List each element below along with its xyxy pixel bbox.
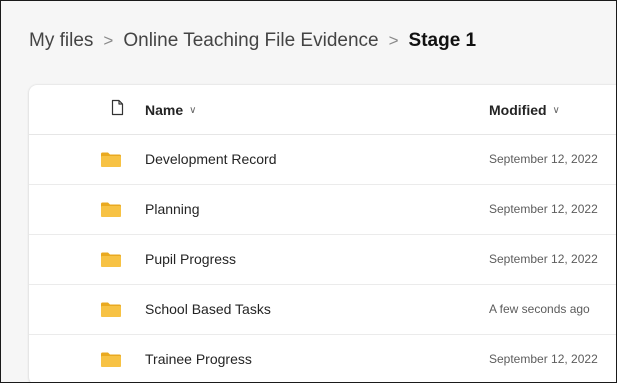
file-type-icon[interactable]: [111, 99, 124, 116]
folder-icon: [101, 252, 121, 267]
breadcrumb: My files > Online Teaching File Evidence…: [29, 30, 476, 52]
breadcrumb-separator: >: [103, 31, 114, 50]
list-item[interactable]: Planning September 12, 2022: [29, 185, 616, 235]
folder-icon: [101, 302, 121, 317]
folder-icon: [101, 202, 121, 217]
column-header-modified-label: Modified: [489, 102, 547, 118]
list-item[interactable]: School Based Tasks A few seconds ago: [29, 285, 616, 335]
file-name[interactable]: Development Record: [145, 151, 277, 167]
modified-date: September 12, 2022: [489, 152, 598, 166]
breadcrumb-item-my-files[interactable]: My files: [29, 30, 93, 52]
list-item[interactable]: Development Record September 12, 2022: [29, 135, 616, 185]
column-header-name[interactable]: Name ∨: [145, 102, 196, 118]
file-name[interactable]: Trainee Progress: [145, 351, 252, 367]
file-name[interactable]: School Based Tasks: [145, 301, 271, 317]
modified-date: A few seconds ago: [489, 302, 590, 316]
breadcrumb-item-online-teaching[interactable]: Online Teaching File Evidence: [123, 30, 378, 52]
modified-date: September 12, 2022: [489, 202, 598, 216]
file-name[interactable]: Planning: [145, 201, 200, 217]
column-header-modified[interactable]: Modified ∨: [489, 102, 560, 118]
list-item[interactable]: Trainee Progress September 12, 2022: [29, 335, 616, 382]
breadcrumb-current: Stage 1: [408, 30, 477, 51]
window-frame: My files > Online Teaching File Evidence…: [0, 0, 617, 383]
chevron-down-icon: ∨: [552, 104, 560, 116]
list-header: Name ∨ Modified ∨: [29, 85, 616, 135]
list-item[interactable]: Pupil Progress September 12, 2022: [29, 235, 616, 285]
breadcrumb-separator: >: [388, 31, 399, 50]
folder-icon: [101, 352, 121, 367]
file-name[interactable]: Pupil Progress: [145, 251, 236, 267]
modified-date: September 12, 2022: [489, 252, 598, 266]
chevron-down-icon: ∨: [189, 104, 197, 116]
modified-date: September 12, 2022: [489, 352, 598, 366]
column-header-name-label: Name: [145, 102, 184, 118]
file-list: Name ∨ Modified ∨ Development Record Sep…: [29, 85, 616, 382]
folder-icon: [101, 152, 121, 167]
